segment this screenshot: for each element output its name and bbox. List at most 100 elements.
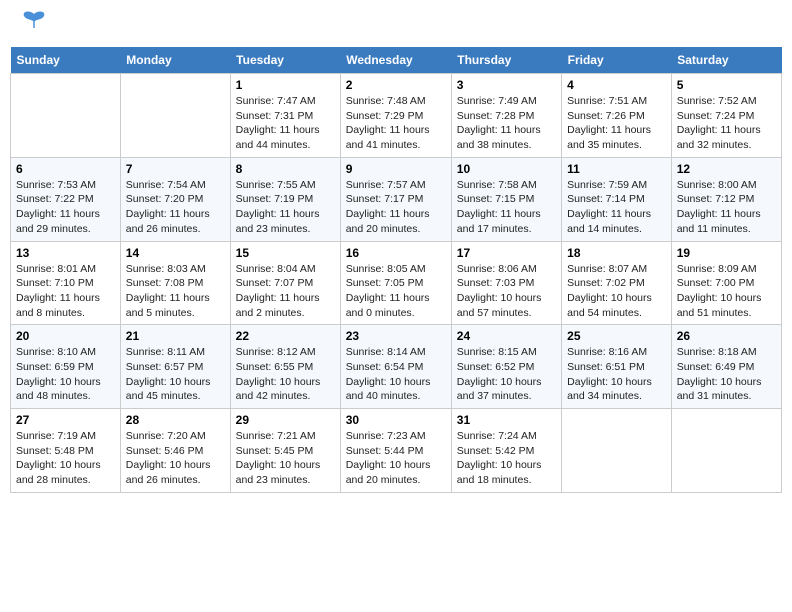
daylight-text: Daylight: 11 hours and 41 minutes.	[346, 123, 446, 152]
calendar-cell: 27 Sunrise: 7:19 AMSunset: 5:48 PMDayligh…	[11, 409, 121, 493]
calendar-week-1: 1 Sunrise: 7:47 AMSunset: 7:31 PM Daylight…	[11, 74, 782, 158]
day-number: 18	[567, 246, 666, 260]
day-number: 4	[567, 78, 666, 92]
day-info: Sunrise: 8:06 AMSunset: 7:03 PMDaylight:…	[457, 262, 556, 321]
sunrise-text: Sunrise: 7:49 AM	[457, 94, 556, 109]
day-info: Sunrise: 8:09 AMSunset: 7:00 PMDaylight:…	[677, 262, 776, 321]
calendar-cell: 12Sunrise: 8:00 AMSunset: 7:12 PMDayligh…	[671, 157, 781, 241]
sunrise-text: Sunrise: 7:53 AM	[16, 178, 115, 193]
sunset-text: Sunset: 5:42 PM	[457, 444, 556, 459]
daylight-text: Daylight: 11 hours and 20 minutes.	[346, 207, 446, 236]
daylight-text: Daylight: 11 hours and 38 minutes.	[457, 123, 556, 152]
header-monday: Monday	[120, 47, 230, 74]
daylight-text: Daylight: 10 hours and 28 minutes.	[16, 458, 115, 487]
sunset-text: Sunset: 7:31 PM	[236, 109, 335, 124]
day-info: Sunrise: 7:19 AMSunset: 5:48 PMDaylight:…	[16, 429, 115, 488]
sunrise-text: Sunrise: 8:07 AM	[567, 262, 666, 277]
day-number: 7	[126, 162, 225, 176]
day-info: Sunrise: 8:14 AMSunset: 6:54 PMDaylight:…	[346, 345, 446, 404]
day-number: 14	[126, 246, 225, 260]
sunrise-text: Sunrise: 7:48 AM	[346, 94, 446, 109]
daylight-text: Daylight: 10 hours and 23 minutes.	[236, 458, 335, 487]
day-number: 11	[567, 162, 666, 176]
day-number: 27	[16, 413, 115, 427]
calendar-cell	[562, 409, 672, 493]
sunrise-text: Sunrise: 7:57 AM	[346, 178, 446, 193]
sunrise-text: Sunrise: 7:58 AM	[457, 178, 556, 193]
daylight-text: Daylight: 11 hours and 23 minutes.	[236, 207, 335, 236]
day-info: Sunrise: 7:48 AMSunset: 7:29 PMDaylight:…	[346, 94, 446, 153]
calendar-header-row: SundayMondayTuesdayWednesdayThursdayFrid…	[11, 47, 782, 74]
calendar-cell: 5Sunrise: 7:52 AMSunset: 7:24 PMDaylight…	[671, 74, 781, 158]
calendar-cell: 19Sunrise: 8:09 AMSunset: 7:00 PMDayligh…	[671, 241, 781, 325]
sunrise-text: Sunrise: 7:47 AM	[236, 94, 335, 109]
calendar-cell: 30Sunrise: 7:23 AMSunset: 5:44 PMDayligh…	[340, 409, 451, 493]
sunrise-text: Sunrise: 7:59 AM	[567, 178, 666, 193]
sunset-text: Sunset: 7:26 PM	[567, 109, 666, 124]
sunset-text: Sunset: 6:54 PM	[346, 360, 446, 375]
daylight-text: Daylight: 10 hours and 51 minutes.	[677, 291, 776, 320]
day-info: Sunrise: 7:49 AMSunset: 7:28 PMDaylight:…	[457, 94, 556, 153]
sunset-text: Sunset: 5:48 PM	[16, 444, 115, 459]
sunrise-text: Sunrise: 8:10 AM	[16, 345, 115, 360]
header-thursday: Thursday	[451, 47, 561, 74]
header-saturday: Saturday	[671, 47, 781, 74]
day-info: Sunrise: 7:59 AMSunset: 7:14 PMDaylight:…	[567, 178, 666, 237]
calendar-week-4: 20Sunrise: 8:10 AMSunset: 6:59 PMDayligh…	[11, 325, 782, 409]
calendar-cell: 1Sunrise: 7:47 AMSunset: 7:31 PMDaylight…	[230, 74, 340, 158]
sunrise-text: Sunrise: 7:55 AM	[236, 178, 335, 193]
calendar-cell: 7Sunrise: 7:54 AMSunset: 7:20 PMDaylight…	[120, 157, 230, 241]
calendar-cell: 14Sunrise: 8:03 AMSunset: 7:08 PMDayligh…	[120, 241, 230, 325]
calendar-cell: 2Sunrise: 7:48 AMSunset: 7:29 PMDaylight…	[340, 74, 451, 158]
day-number: 17	[457, 246, 556, 260]
sunset-text: Sunset: 6:57 PM	[126, 360, 225, 375]
day-info: Sunrise: 8:01 AMSunset: 7:10 PMDaylight:…	[16, 262, 115, 321]
daylight-text: Daylight: 11 hours and 0 minutes.	[346, 291, 446, 320]
logo	[14, 10, 48, 39]
sunrise-text: Sunrise: 7:51 AM	[567, 94, 666, 109]
calendar-cell: 6Sunrise: 7:53 AMSunset: 7:22 PMDaylight…	[11, 157, 121, 241]
day-info: Sunrise: 8:18 AMSunset: 6:49 PMDaylight:…	[677, 345, 776, 404]
day-number: 1	[236, 78, 335, 92]
calendar-cell: 8Sunrise: 7:55 AMSunset: 7:19 PMDaylight…	[230, 157, 340, 241]
sunset-text: Sunset: 7:08 PM	[126, 276, 225, 291]
daylight-text: Daylight: 11 hours and 14 minutes.	[567, 207, 666, 236]
sunset-text: Sunset: 7:10 PM	[16, 276, 115, 291]
daylight-text: Daylight: 10 hours and 26 minutes.	[126, 458, 225, 487]
day-info: Sunrise: 7:58 AMSunset: 7:15 PMDaylight:…	[457, 178, 556, 237]
day-number: 30	[346, 413, 446, 427]
day-number: 6	[16, 162, 115, 176]
sunset-text: Sunset: 7:17 PM	[346, 192, 446, 207]
sunrise-text: Sunrise: 8:01 AM	[16, 262, 115, 277]
daylight-text: Daylight: 11 hours and 11 minutes.	[677, 207, 776, 236]
daylight-text: Daylight: 10 hours and 48 minutes.	[16, 375, 115, 404]
day-number: 23	[346, 329, 446, 343]
daylight-text: Daylight: 10 hours and 57 minutes.	[457, 291, 556, 320]
daylight-text: Daylight: 11 hours and 5 minutes.	[126, 291, 225, 320]
daylight-text: Daylight: 11 hours and 17 minutes.	[457, 207, 556, 236]
sunrise-text: Sunrise: 8:06 AM	[457, 262, 556, 277]
calendar-cell: 29Sunrise: 7:21 AMSunset: 5:45 PMDayligh…	[230, 409, 340, 493]
calendar-cell: 18Sunrise: 8:07 AMSunset: 7:02 PMDayligh…	[562, 241, 672, 325]
calendar-cell: 3Sunrise: 7:49 AMSunset: 7:28 PMDaylight…	[451, 74, 561, 158]
daylight-text: Daylight: 10 hours and 31 minutes.	[677, 375, 776, 404]
daylight-text: Daylight: 10 hours and 45 minutes.	[126, 375, 225, 404]
day-info: Sunrise: 7:57 AMSunset: 7:17 PMDaylight:…	[346, 178, 446, 237]
day-info: Sunrise: 8:12 AMSunset: 6:55 PMDaylight:…	[236, 345, 335, 404]
sunset-text: Sunset: 5:45 PM	[236, 444, 335, 459]
sunset-text: Sunset: 7:03 PM	[457, 276, 556, 291]
calendar-cell: 31Sunrise: 7:24 AMSunset: 5:42 PMDayligh…	[451, 409, 561, 493]
daylight-text: Daylight: 10 hours and 20 minutes.	[346, 458, 446, 487]
sunset-text: Sunset: 6:55 PM	[236, 360, 335, 375]
sunset-text: Sunset: 7:02 PM	[567, 276, 666, 291]
day-number: 31	[457, 413, 556, 427]
day-number: 15	[236, 246, 335, 260]
logo-bird-icon	[20, 6, 48, 39]
sunrise-text: Sunrise: 7:52 AM	[677, 94, 776, 109]
calendar-cell: 13Sunrise: 8:01 AMSunset: 7:10 PMDayligh…	[11, 241, 121, 325]
sunrise-text: Sunrise: 8:05 AM	[346, 262, 446, 277]
calendar-week-5: 27 Sunrise: 7:19 AMSunset: 5:48 PMDayligh…	[11, 409, 782, 493]
sunset-text: Sunset: 7:28 PM	[457, 109, 556, 124]
daylight-text: Daylight: 11 hours and 29 minutes.	[16, 207, 115, 236]
day-number: 26	[677, 329, 776, 343]
